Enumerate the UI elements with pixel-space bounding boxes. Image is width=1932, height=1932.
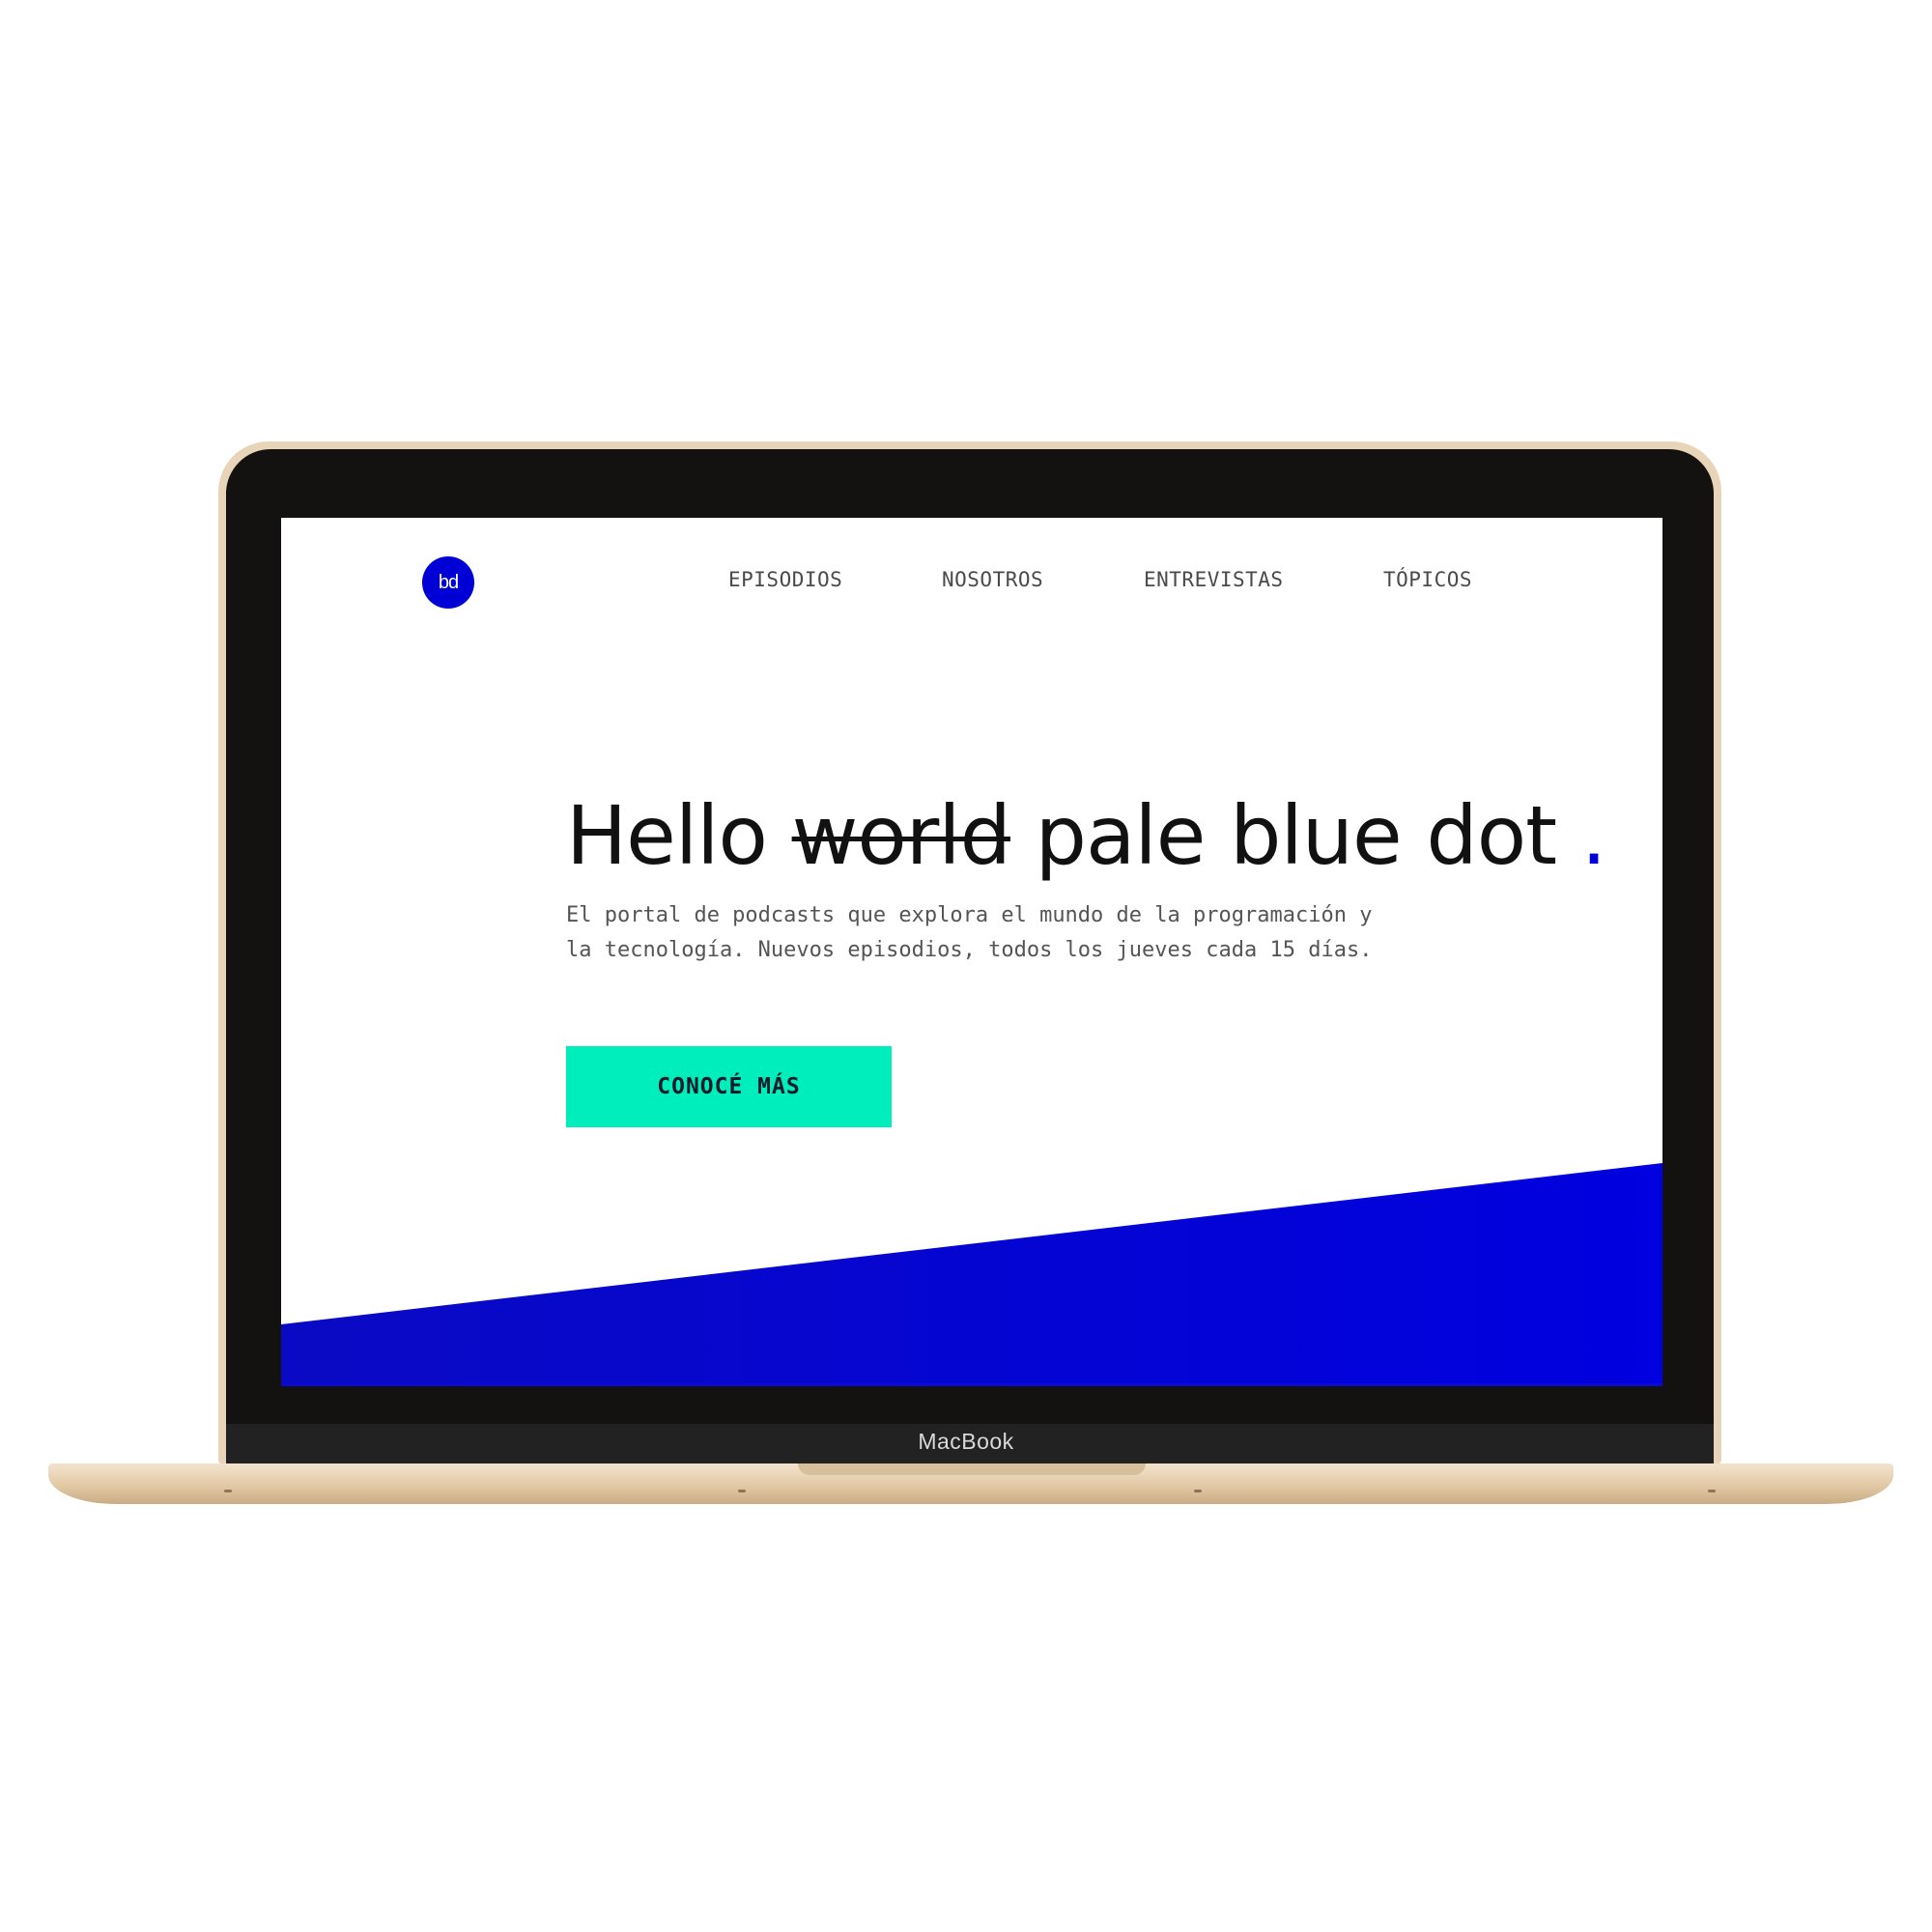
laptop-foot bbox=[738, 1490, 746, 1492]
website-screen: bd EPISODIOS NOSOTROS ENTREVISTAS TÓPICO… bbox=[281, 518, 1662, 1383]
laptop-foot bbox=[224, 1490, 232, 1492]
laptop-foot bbox=[1194, 1490, 1202, 1492]
screen-bottom-edge bbox=[281, 1383, 1662, 1386]
hero-headline: Hello world pale blue dot . bbox=[566, 788, 1607, 883]
headline-struck-word: world bbox=[791, 788, 1011, 883]
nav-link-entrevistas[interactable]: ENTREVISTAS bbox=[1144, 568, 1284, 591]
headline-start: Hello bbox=[566, 788, 792, 883]
nav-link-nosotros[interactable]: NOSOTROS bbox=[942, 568, 1043, 591]
site-logo[interactable]: bd bbox=[422, 556, 474, 609]
headline-blue-dot: . bbox=[1580, 788, 1607, 883]
nav-link-episodios[interactable]: EPISODIOS bbox=[728, 568, 842, 591]
mockup-stage: MacBook bd EPISODIOS NOSOTROS ENTREVISTA… bbox=[0, 0, 1932, 1932]
hero-subtitle: El portal de podcasts que explora el mun… bbox=[566, 898, 1455, 968]
nav-link-topicos[interactable]: TÓPICOS bbox=[1383, 568, 1472, 591]
subtitle-line-1: El portal de podcasts que explora el mun… bbox=[566, 903, 1373, 927]
headline-end: pale blue dot bbox=[1009, 788, 1581, 883]
device-brand-label: MacBook bbox=[918, 1429, 1014, 1454]
subtitle-line-2: la tecnología. Nuevos episodios, todos l… bbox=[566, 938, 1373, 962]
conoce-mas-button[interactable]: CONOCÉ MÁS bbox=[566, 1046, 892, 1127]
laptop-foot bbox=[1708, 1490, 1716, 1492]
laptop-hinge-notch bbox=[798, 1463, 1146, 1475]
